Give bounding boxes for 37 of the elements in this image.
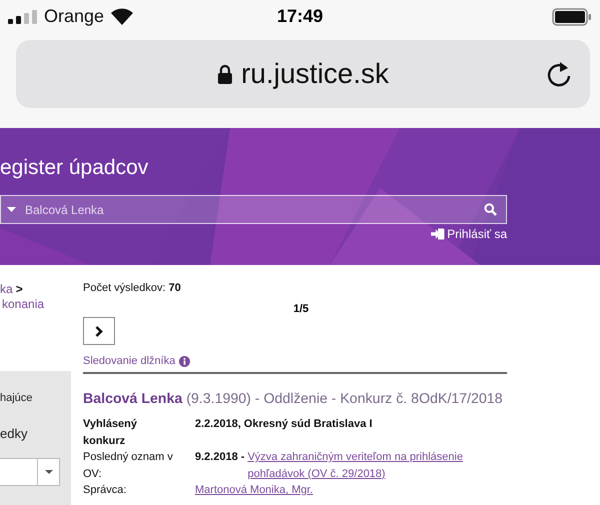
tracking-link[interactable]: Sledovanie dlžníka: [83, 355, 176, 367]
result-title[interactable]: Balcová Lenka (9.3.1990) - Oddlženie - Konkurz č. 8OdK/17/2018: [83, 391, 503, 407]
login-link[interactable]: Prihlásiť sa: [431, 227, 507, 241]
field-label: Vyhlásený konkurz: [83, 417, 138, 448]
clock-time: 17:49: [276, 6, 324, 27]
breadcrumb-link[interactable]: ka: [0, 282, 13, 297]
search-bar[interactable]: Balcová Lenka: [0, 195, 507, 224]
next-page-button[interactable]: [83, 317, 115, 345]
login-icon: [431, 228, 446, 240]
search-icon[interactable]: [484, 203, 497, 216]
notice-link[interactable]: Výzva zahraničným veriteľom na prihlásenie pohľadávok (OV č. 29/2018): [248, 449, 507, 482]
result-count: Počet výsledkov: 70: [83, 282, 182, 294]
field-label: Posledný oznam v OV:: [83, 450, 173, 482]
search-field[interactable]: Balcová Lenka: [25, 202, 475, 216]
caret-icon: [44, 470, 52, 474]
field-value: 2.2.2018, Okresný súd Bratislava I: [195, 417, 372, 432]
page-indicator: 1/5: [292, 303, 310, 315]
filter-option[interactable]: edky: [0, 426, 71, 441]
address-bar[interactable]: ru.justice.sk: [16, 40, 590, 108]
reload-icon[interactable]: [546, 60, 572, 88]
field-label: Správca:: [83, 483, 128, 498]
chevron-right-icon: [95, 326, 103, 336]
breadcrumb-link[interactable]: konania: [2, 297, 71, 312]
info-icon[interactable]: [179, 356, 190, 366]
field-value: 9.2.2018 -: [195, 450, 246, 465]
caret-icon[interactable]: [7, 207, 16, 212]
wifi-icon: [110, 8, 134, 26]
breadcrumb-separator: >: [16, 282, 23, 297]
page-title: egister úpadcov: [0, 155, 150, 181]
battery-icon: [552, 8, 592, 26]
carrier-name: Orange: [44, 6, 104, 27]
lock-icon: [217, 64, 234, 84]
dropdown-field[interactable]: [0, 458, 60, 486]
signal-icon: [8, 10, 38, 24]
notice-link[interactable]: Martonová Monika, Mgr.: [195, 482, 313, 498]
url-text: ru.justice.sk: [241, 58, 389, 90]
filter-option[interactable]: hajúce: [0, 392, 71, 404]
